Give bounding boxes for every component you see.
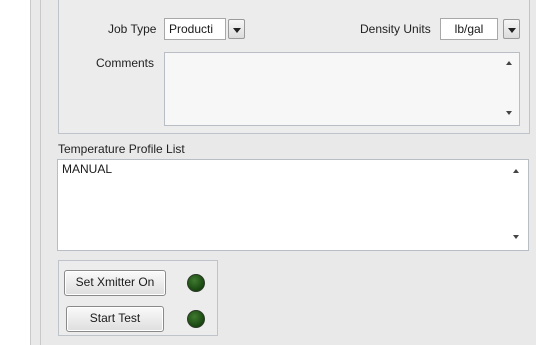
scroll-down-icon[interactable] xyxy=(505,108,515,118)
temperature-profile-list[interactable]: MANUAL xyxy=(57,159,529,251)
temperature-profile-label: Temperature Profile List xyxy=(58,142,185,156)
density-units-dropdown-button[interactable] xyxy=(503,19,520,39)
scroll-up-icon[interactable] xyxy=(512,166,522,176)
job-type-label: Job Type xyxy=(108,22,157,36)
panel-divider xyxy=(40,0,41,345)
scroll-up-icon[interactable] xyxy=(505,58,515,68)
list-item[interactable]: MANUAL xyxy=(62,162,112,176)
start-test-status-led xyxy=(187,310,205,328)
job-type-select[interactable]: Producti xyxy=(164,18,226,40)
xmitter-status-led xyxy=(187,274,205,292)
density-units-select[interactable]: lb/gal xyxy=(440,18,498,40)
left-margin xyxy=(0,0,30,345)
scroll-down-icon[interactable] xyxy=(512,232,522,242)
set-xmitter-on-button[interactable]: Set Xmitter On xyxy=(64,270,166,296)
start-test-button[interactable]: Start Test xyxy=(66,306,164,332)
density-units-label: Density Units xyxy=(360,22,431,36)
job-type-dropdown-button[interactable] xyxy=(228,19,245,39)
comments-textarea[interactable] xyxy=(164,52,520,126)
comments-label: Comments xyxy=(96,56,155,70)
